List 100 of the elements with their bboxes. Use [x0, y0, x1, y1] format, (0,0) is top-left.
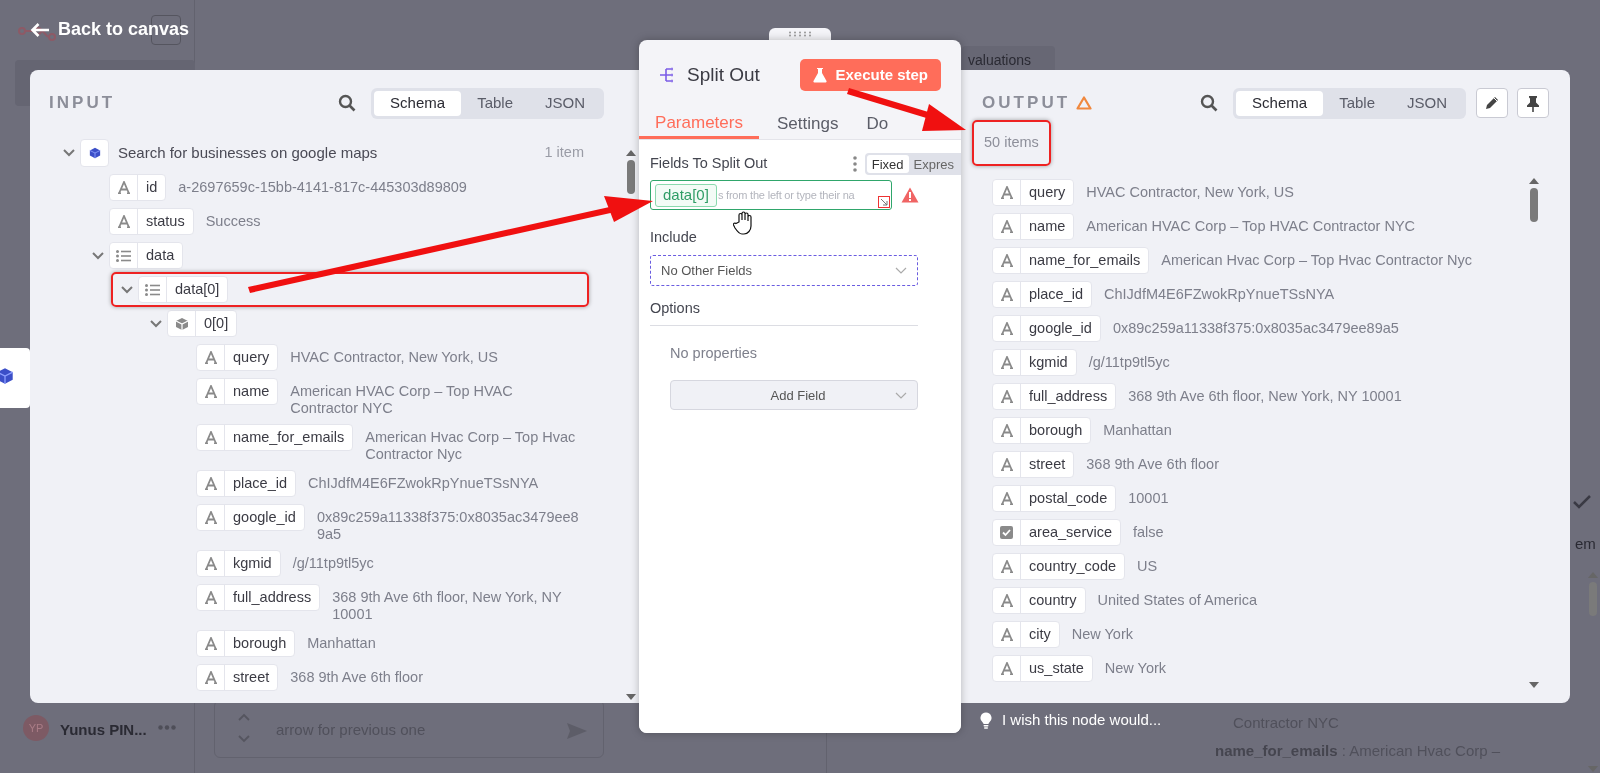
- include-select[interactable]: No Other Fields: [650, 254, 918, 286]
- field-key-chip[interactable]: google_id: [196, 504, 305, 531]
- list-label: em: [1575, 534, 1596, 554]
- checkbox-type-icon: [1000, 526, 1013, 539]
- field-key-chip[interactable]: borough: [992, 417, 1092, 444]
- field-value: New York: [1104, 660, 1167, 677]
- drag-handle[interactable]: [769, 28, 831, 40]
- field-value: 368 9th Ave 6th floor, New York, NY 10001: [332, 589, 563, 623]
- scroll-up-icon[interactable]: [626, 150, 636, 156]
- field-key-chip[interactable]: country: [992, 587, 1086, 614]
- field-key-chip[interactable]: street: [196, 664, 279, 691]
- field-value: false: [1133, 524, 1164, 541]
- text-type-icon: [1000, 662, 1013, 675]
- field-key-chip[interactable]: full_address: [196, 584, 321, 611]
- field-key-chip[interactable]: name: [196, 378, 279, 405]
- text-type-icon: [204, 557, 217, 570]
- search-icon[interactable]: [338, 94, 357, 112]
- field-value: United States of America: [1097, 592, 1258, 609]
- lightbulb-icon: [980, 711, 992, 729]
- field-key-chip[interactable]: 0[0]: [167, 310, 238, 337]
- field-key-chip[interactable]: city: [992, 621, 1060, 648]
- feedback-link[interactable]: I wish this node would...: [980, 709, 1162, 732]
- node-name: Search for businesses on google maps: [118, 142, 378, 163]
- field-value: ChIJdfM4E6FZwokRpYnueTSsNYA: [308, 475, 539, 492]
- field-key-chip[interactable]: id: [109, 174, 167, 201]
- back-arrow-icon: [30, 21, 50, 38]
- settings-tab[interactable]: Do: [856, 109, 899, 139]
- field-key-chip[interactable]: kgmid: [196, 550, 281, 577]
- scroll-down-icon[interactable]: [626, 694, 636, 700]
- field-key-chip[interactable]: us_state: [992, 655, 1093, 682]
- field-key-chip[interactable]: data: [109, 242, 184, 269]
- field-value: 0x89c259a11338f375:0x8035ac3479ee89a5: [316, 509, 580, 543]
- panel-title: OUTPUT: [982, 92, 1071, 115]
- field-key-chip[interactable]: postal_code: [992, 485, 1117, 512]
- mode-option[interactable]: Fixed: [866, 155, 909, 173]
- view-tab[interactable]: Schema: [374, 90, 462, 116]
- text-type-icon: [1000, 594, 1013, 607]
- add-field-button[interactable]: Add Field: [670, 380, 918, 411]
- text-type-icon: [204, 591, 217, 604]
- edit-button[interactable]: [1476, 88, 1508, 118]
- text-type-icon: [1000, 356, 1013, 369]
- field-key-chip[interactable]: kgmid: [992, 349, 1077, 376]
- list-type-icon: [116, 249, 131, 262]
- field-value: American Hvac Corp – Top Hvac Contractor Nyc: [365, 429, 577, 463]
- view-tab[interactable]: JSON: [529, 90, 601, 116]
- scroll-thumb[interactable]: [627, 160, 635, 194]
- field-label: Include: [650, 228, 698, 247]
- scrollbar[interactable]: [1528, 178, 1540, 688]
- scroll-up-icon[interactable]: [1529, 178, 1539, 184]
- text-type-icon: [204, 385, 217, 398]
- field-value: ChIJdfM4E6FZwokRpYnueTSsNYA: [1104, 286, 1335, 303]
- text-type-icon: [204, 671, 217, 684]
- field-key-chip[interactable]: area_service: [992, 519, 1121, 546]
- field-key-chip[interactable]: borough: [196, 630, 296, 657]
- text-input[interactable]: s from the left or type their na: [717, 186, 891, 204]
- chevron-down-icon: [895, 266, 907, 274]
- view-tab[interactable]: Table: [461, 90, 529, 116]
- expand-icon[interactable]: [878, 196, 890, 208]
- field-key-chip[interactable]: query: [196, 344, 279, 371]
- field-key-chip[interactable]: name: [992, 213, 1075, 240]
- field-value: 368 9th Ave 6th floor: [1086, 456, 1220, 473]
- scroll-thumb[interactable]: [1530, 188, 1538, 222]
- text-type-icon: [204, 477, 217, 490]
- field-key-chip[interactable]: country_code: [992, 553, 1126, 580]
- field-key-chip[interactable]: status: [109, 208, 194, 235]
- field-value: a-2697659c-15bb-4141-817c-445303d89809: [178, 179, 467, 196]
- more-options-icon[interactable]: [852, 156, 857, 172]
- field-value: American Hvac Corp – Top Hvac Contractor Nyc: [1161, 252, 1473, 269]
- section-title: Options: [650, 297, 918, 326]
- list-type-icon: [145, 283, 160, 296]
- field-key-chip[interactable]: google_id: [992, 315, 1101, 342]
- field-value: /g/11tp9tl5yc: [292, 555, 374, 572]
- field-key-chip[interactable]: place_id: [992, 281, 1092, 308]
- field-key-chip[interactable]: name_for_emails: [196, 424, 354, 451]
- field-value: 0x89c259a11338f375:0x8035ac3479ee89a5: [1112, 320, 1399, 337]
- scrollbar[interactable]: [625, 150, 637, 700]
- back-link[interactable]: Back to canvas: [30, 16, 190, 43]
- view-tab[interactable]: Table: [1323, 90, 1391, 116]
- scroll-down-icon[interactable]: [1529, 682, 1539, 688]
- field-key-chip[interactable]: place_id: [196, 470, 296, 497]
- text-type-icon: [1000, 628, 1013, 641]
- field-key-chip[interactable]: street: [992, 451, 1075, 478]
- text-type-icon: [1000, 560, 1013, 573]
- field-key-chip[interactable]: name_for_emails: [992, 247, 1150, 274]
- mode-option[interactable]: Expres: [908, 155, 959, 173]
- field-value: Manhattan: [307, 635, 376, 652]
- field-key-chip[interactable]: data[0]: [138, 276, 229, 303]
- field-key-chip[interactable]: full_address: [992, 383, 1117, 410]
- text-type-icon: [1000, 220, 1013, 233]
- text-type-icon: [1000, 458, 1013, 471]
- text-type-icon: [1000, 424, 1013, 437]
- view-tab[interactable]: Schema: [1236, 90, 1324, 116]
- view-tab[interactable]: JSON: [1391, 90, 1463, 116]
- settings-tab[interactable]: Settings: [767, 109, 849, 139]
- pin-button[interactable]: [1517, 88, 1549, 118]
- text-type-icon: [204, 637, 217, 650]
- text-type-icon: [204, 511, 217, 524]
- chevron-down-icon: [895, 391, 907, 399]
- search-icon[interactable]: [1200, 94, 1219, 112]
- field-key-chip[interactable]: query: [992, 179, 1075, 206]
